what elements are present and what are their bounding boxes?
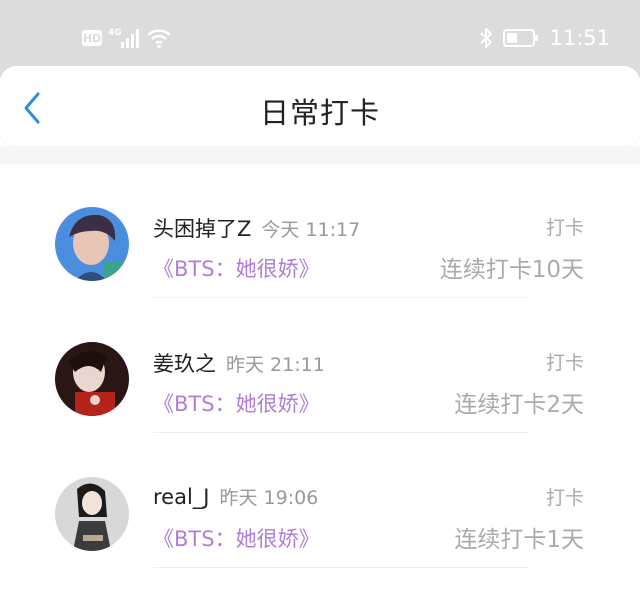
- avatar[interactable]: [55, 207, 129, 281]
- battery-icon: [503, 29, 539, 47]
- user-name[interactable]: 头困掉了Z: [153, 217, 251, 241]
- checkin-tag: 打卡: [545, 352, 584, 374]
- row-divider: [153, 432, 529, 433]
- nav-header: 日常打卡: [0, 66, 640, 146]
- avatar[interactable]: [55, 477, 129, 551]
- user-name-row: 姜玖之 昨天 21:11: [153, 348, 325, 378]
- streak-count: 连续打卡10天: [439, 257, 584, 283]
- checkin-list: 头困掉了Z 今天 11:17 《BTS：她很娇》 打卡 连续打卡10天 姜玖之 昨天…: [0, 164, 640, 569]
- network-label: 4G: [108, 28, 122, 38]
- page-title: 日常打卡: [259, 96, 380, 130]
- status-bar-left: HD 4G: [82, 26, 172, 50]
- checkin-tag: 打卡: [545, 487, 584, 509]
- signal-icon: 4G: [108, 28, 139, 48]
- row-divider: [153, 297, 529, 298]
- user-name-row: 头困掉了Z 今天 11:17: [153, 213, 360, 243]
- checkin-tag: 打卡: [545, 217, 584, 239]
- book-link[interactable]: 《BTS：她很娇》: [153, 253, 320, 283]
- checkin-time: 昨天 19:06: [219, 487, 319, 509]
- book-link[interactable]: 《BTS：她很娇》: [153, 523, 320, 553]
- row-divider: [153, 567, 529, 568]
- section-divider: [0, 146, 640, 164]
- list-item[interactable]: 姜玖之 昨天 21:11 《BTS：她很娇》 打卡 连续打卡2天: [0, 299, 640, 434]
- user-name[interactable]: real_J: [153, 485, 210, 509]
- status-bar-right: 11:51: [479, 24, 610, 52]
- list-item[interactable]: real_J 昨天 19:06 《BTS：她很娇》 打卡 连续打卡1天: [0, 434, 640, 569]
- streak-count: 连续打卡1天: [454, 527, 584, 553]
- list-item[interactable]: 头困掉了Z 今天 11:17 《BTS：她很娇》 打卡 连续打卡10天: [0, 164, 640, 299]
- wifi-icon: [147, 29, 171, 49]
- book-link[interactable]: 《BTS：她很娇》: [153, 388, 320, 418]
- user-name-row: real_J 昨天 19:06: [153, 483, 318, 510]
- avatar[interactable]: [55, 342, 129, 416]
- clock: 11:51: [549, 26, 610, 50]
- checkin-time: 昨天 21:11: [226, 354, 325, 376]
- checkin-time: 今天 11:17: [261, 219, 361, 241]
- streak-count: 连续打卡2天: [454, 392, 584, 418]
- user-name[interactable]: 姜玖之: [153, 352, 216, 376]
- bluetooth-icon: [480, 28, 493, 48]
- hd-badge: HD: [82, 30, 102, 46]
